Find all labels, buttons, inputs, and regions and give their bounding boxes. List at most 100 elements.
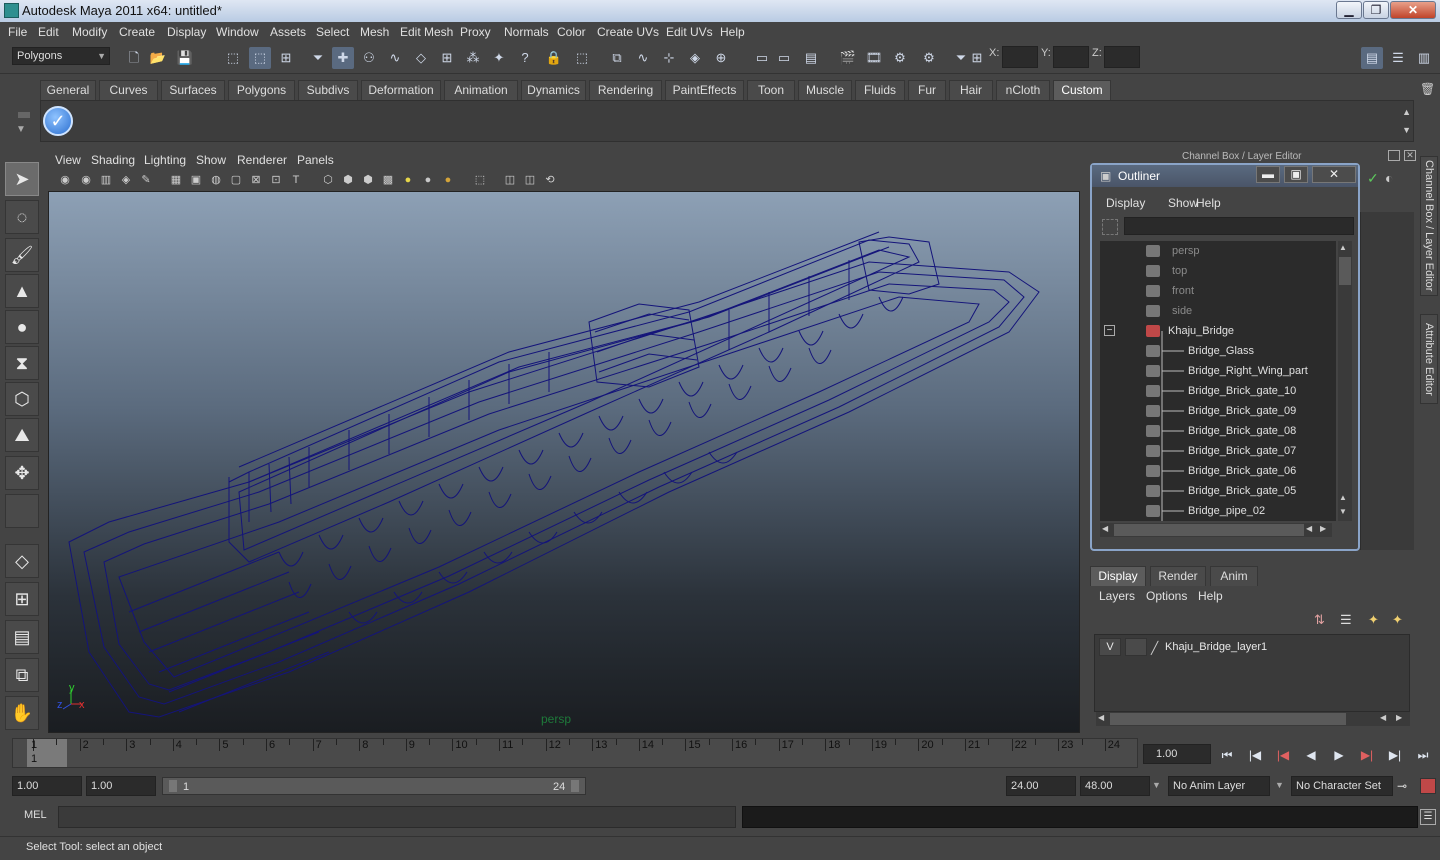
- viewport-menu-panels[interactable]: Panels: [297, 153, 334, 167]
- go-to-end-icon[interactable]: ⏭: [1412, 746, 1434, 766]
- shadows-icon[interactable]: ●: [420, 172, 436, 188]
- layer-row[interactable]: V ╱ Khaju_Bridge_layer1: [1097, 637, 1409, 657]
- custom-shelf-checkmark-icon[interactable]: ✓: [43, 106, 73, 136]
- lock-selection-icon[interactable]: 🔒: [543, 47, 565, 69]
- play-forwards-icon[interactable]: ▶: [1328, 746, 1350, 766]
- select-hierarchy-icon[interactable]: ⬚: [222, 47, 244, 69]
- menu-window[interactable]: Window: [216, 25, 259, 39]
- shelf-tab-toon[interactable]: Toon: [747, 80, 795, 100]
- script-editor-icon[interactable]: ☰: [1420, 809, 1436, 825]
- shelf-tab-hair[interactable]: Hair: [949, 80, 993, 100]
- range-slider[interactable]: 1 24: [162, 777, 586, 795]
- select-handles-icon[interactable]: ✚: [332, 47, 354, 69]
- select-misc-icon[interactable]: ?: [514, 47, 536, 69]
- shelf-menu-icon[interactable]: [18, 112, 30, 118]
- animation-preferences-icon[interactable]: [1420, 778, 1436, 794]
- command-input[interactable]: [58, 806, 736, 828]
- shelf-tab-general[interactable]: General: [40, 80, 96, 100]
- list-item[interactable]: Bridge_Brick_gate_08: [1100, 421, 1336, 441]
- scroll-left-icon[interactable]: ◀: [1102, 524, 1108, 533]
- select-dynamics-icon[interactable]: ⁂: [462, 47, 484, 69]
- scroll-left-icon[interactable]: ◀: [1098, 713, 1104, 722]
- float-panel-icon[interactable]: [1388, 150, 1400, 161]
- menu-color[interactable]: Color: [557, 25, 586, 39]
- ipr-render-icon[interactable]: 🎞: [863, 47, 885, 69]
- textured-icon[interactable]: ▩: [380, 172, 396, 188]
- attribute-editor-side-tab[interactable]: Attribute Editor: [1420, 314, 1438, 404]
- move-layer-up-icon[interactable]: ⇅: [1314, 612, 1325, 628]
- layer-color-icon[interactable]: ╱: [1151, 638, 1158, 658]
- play-backwards-icon[interactable]: ◀: [1300, 746, 1322, 766]
- select-component-icon[interactable]: ⊞: [275, 47, 297, 69]
- outliner-search-input[interactable]: [1124, 217, 1354, 235]
- two-d-pan-zoom-icon[interactable]: ✎: [138, 172, 154, 188]
- scroll-right-icon[interactable]: ▶: [1320, 524, 1326, 533]
- time-slider[interactable]: 1 1 2 3 4 5 6 7 8 9 10 11 12 13 14 15 16 17 18 19 20 21 22 23 2…: [12, 738, 1138, 768]
- list-item[interactable]: top: [1100, 261, 1336, 281]
- list-item[interactable]: side: [1100, 301, 1336, 321]
- graph-editor-layout-icon[interactable]: ⧉: [5, 658, 39, 692]
- layer-menu-options[interactable]: Options: [1146, 589, 1187, 603]
- outliner-vertical-scrollbar[interactable]: ▲ ▲ ▼: [1338, 241, 1352, 521]
- outliner-menu-display[interactable]: Display: [1106, 196, 1145, 210]
- shelf-tab-ncloth[interactable]: nCloth: [996, 80, 1050, 100]
- viewport-menu-view[interactable]: View: [55, 153, 81, 167]
- channel-sync-icon[interactable]: ◐: [1385, 170, 1401, 186]
- output-ops-icon[interactable]: ▭: [773, 47, 795, 69]
- new-scene-icon[interactable]: 🗋: [123, 47, 145, 69]
- safe-title-icon[interactable]: T: [288, 172, 304, 188]
- snap-curve-icon[interactable]: ∿: [632, 47, 654, 69]
- safe-action-icon[interactable]: ⊡: [268, 172, 284, 188]
- channel-key-icon[interactable]: ✓: [1367, 170, 1383, 186]
- menu-edit-uvs[interactable]: Edit UVs: [666, 25, 713, 39]
- soft-modification-icon[interactable]: ⛰: [5, 418, 39, 452]
- layer-type-toggle[interactable]: [1125, 638, 1147, 656]
- outliner-menu-show[interactable]: Show: [1168, 196, 1198, 210]
- shelf-tab-custom[interactable]: Custom: [1053, 80, 1111, 100]
- anim-layer-dropdown[interactable]: No Anim Layer: [1168, 776, 1270, 796]
- construction-history-icon[interactable]: ▤: [800, 47, 822, 69]
- wireframe-shading-icon[interactable]: ⬡: [320, 172, 336, 188]
- outliner-vscroll-thumb[interactable]: [1339, 257, 1351, 285]
- range-start-handle[interactable]: [169, 780, 177, 792]
- tool-settings-toggle-icon[interactable]: ▥: [1413, 47, 1435, 69]
- new-layer-icon[interactable]: ✦: [1368, 612, 1379, 628]
- layer-horizontal-scrollbar[interactable]: ◀ ◀ ▶: [1096, 712, 1410, 726]
- custom-layout-icon[interactable]: ✋: [5, 696, 39, 730]
- playback-start-field[interactable]: 1.00: [86, 776, 156, 796]
- layer-menu-help[interactable]: Help: [1198, 589, 1223, 603]
- shelf-tab-fluids[interactable]: Fluids: [855, 80, 905, 100]
- shelf-tab-subdivs[interactable]: Subdivs: [298, 80, 358, 100]
- y-field[interactable]: [1053, 46, 1089, 68]
- viewport-menu-lighting[interactable]: Lighting: [144, 153, 186, 167]
- playback-end-field[interactable]: 24.00: [1006, 776, 1076, 796]
- list-item[interactable]: persp: [1100, 241, 1336, 261]
- list-item[interactable]: Bridge_Glass: [1100, 341, 1336, 361]
- viewport-menu-show[interactable]: Show: [196, 153, 226, 167]
- outliner-persp-layout-icon[interactable]: ▤: [5, 620, 39, 654]
- select-camera-icon[interactable]: ◉: [57, 172, 73, 188]
- shelf-tab-painteffects[interactable]: PaintEffects: [665, 80, 744, 100]
- viewport-menu-shading[interactable]: Shading: [91, 153, 135, 167]
- select-rendering-icon[interactable]: ✦: [488, 47, 510, 69]
- highlight-selection-icon[interactable]: ⬚: [571, 47, 593, 69]
- shelf-tab-muscle[interactable]: Muscle: [798, 80, 852, 100]
- grid-toggle-icon[interactable]: ▦: [168, 172, 184, 188]
- shelf-tab-polygons[interactable]: Polygons: [228, 80, 295, 100]
- x-field[interactable]: [1002, 46, 1038, 68]
- list-item[interactable]: Bridge_Brick_gate_06: [1100, 461, 1336, 481]
- channel-box-side-tab[interactable]: Channel Box / Layer Editor: [1420, 156, 1438, 296]
- render-frame-icon[interactable]: 🎬: [837, 47, 859, 69]
- collapse-icon[interactable]: −: [1104, 325, 1115, 336]
- move-tool-icon[interactable]: ▲: [5, 274, 39, 308]
- chevron-down-icon[interactable]: ▼: [1275, 780, 1284, 790]
- snap-grid-icon[interactable]: ⧉: [606, 47, 628, 69]
- shelf-tab-deformation[interactable]: Deformation: [361, 80, 441, 100]
- z-field[interactable]: [1104, 46, 1140, 68]
- open-scene-icon[interactable]: 📂: [147, 47, 169, 69]
- save-scene-icon[interactable]: 💾: [174, 47, 196, 69]
- close-panel-icon[interactable]: ✕: [1404, 150, 1416, 161]
- show-manipulator-icon[interactable]: ✥: [5, 456, 39, 490]
- xray-components-icon[interactable]: ⟲: [542, 172, 558, 188]
- shelf-tab-curves[interactable]: Curves: [99, 80, 158, 100]
